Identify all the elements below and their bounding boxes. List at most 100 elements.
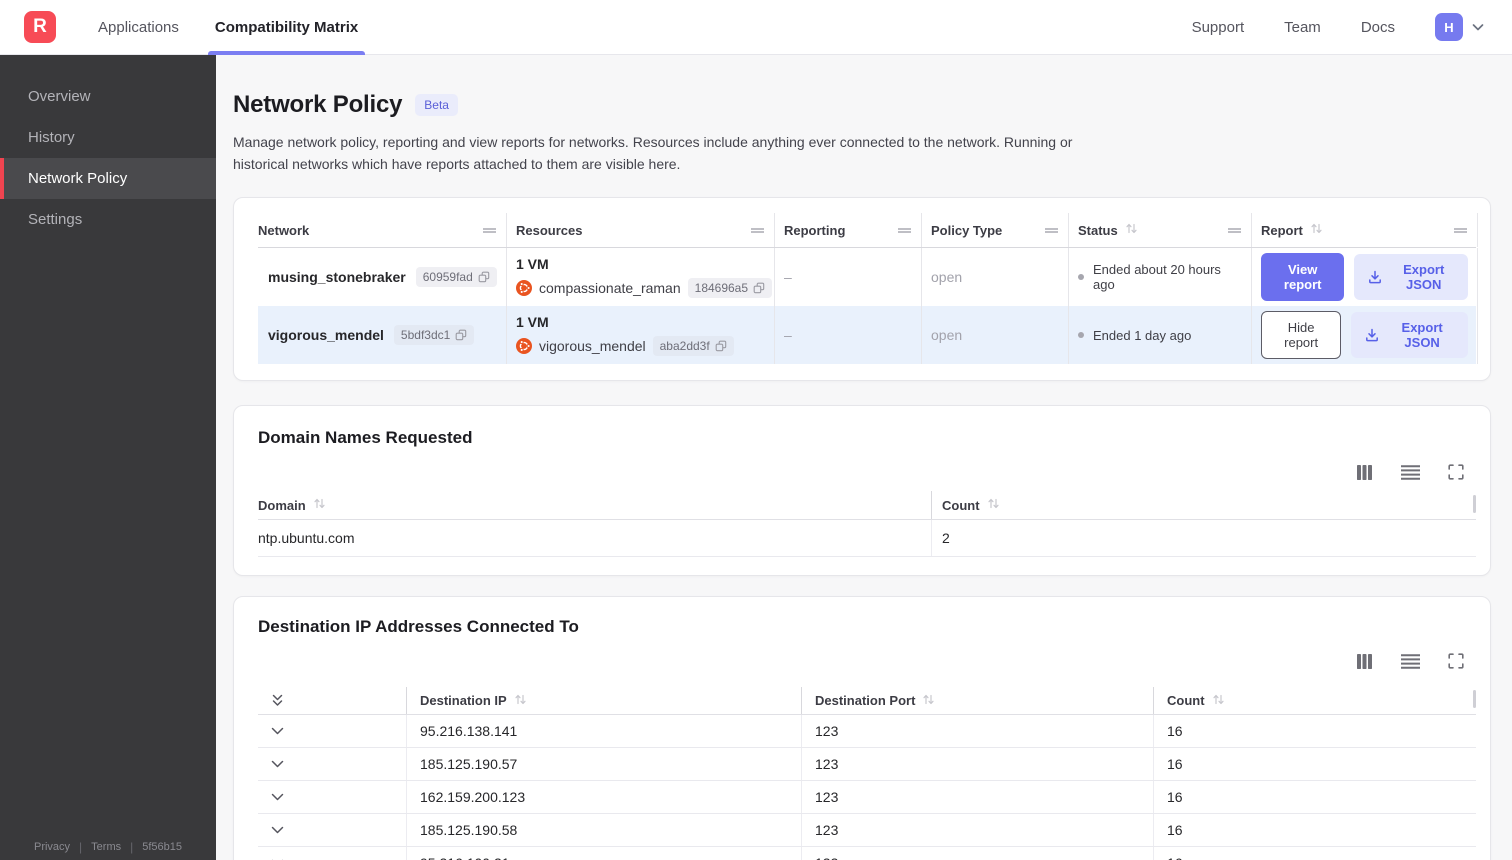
destination-ip-cell: 185.125.190.57 bbox=[406, 748, 801, 781]
sort-icon[interactable] bbox=[1125, 222, 1138, 238]
avatar-initial: H bbox=[1444, 19, 1454, 35]
primary-nav: Applications Compatibility Matrix bbox=[98, 0, 366, 55]
column-header-count[interactable]: Count bbox=[1153, 687, 1478, 715]
nav-link-docs[interactable]: Docs bbox=[1361, 19, 1395, 36]
policy-type-cell: open bbox=[922, 248, 1069, 307]
chevron-down-icon bbox=[1470, 19, 1486, 35]
vm-count: 1 VM bbox=[516, 256, 549, 273]
domain-table-row[interactable]: ntp.ubuntu.com 2 bbox=[258, 520, 1476, 558]
export-json-button[interactable]: Export JSON bbox=[1354, 254, 1468, 301]
destination-table-row: 95.216.100.21 123 16 bbox=[258, 847, 1476, 860]
network-id-badge[interactable]: 5bdf3dc1 bbox=[393, 325, 475, 346]
domain-names-card-title: Domain Names Requested bbox=[258, 428, 473, 448]
destination-table-header: Destination IP Destination Port Count bbox=[258, 687, 1478, 716]
chevron-down-icon[interactable] bbox=[271, 826, 284, 835]
sort-icon[interactable] bbox=[313, 497, 326, 513]
account-menu[interactable]: H bbox=[1435, 13, 1486, 41]
destination-ips-card: Destination IP Addresses Connected To De… bbox=[233, 596, 1491, 860]
expand-icon[interactable] bbox=[1448, 653, 1464, 669]
hide-report-button[interactable]: Hide report bbox=[1261, 311, 1342, 360]
network-table-header: Network Resources Reporting Policy Type … bbox=[258, 213, 1478, 249]
export-json-button[interactable]: Export JSON bbox=[1351, 312, 1468, 359]
privacy-link[interactable]: Privacy bbox=[34, 841, 70, 853]
column-resize-handle-icon[interactable] bbox=[1453, 226, 1468, 235]
destination-port-cell: 123 bbox=[801, 715, 1153, 748]
column-header-reporting[interactable]: Reporting bbox=[775, 213, 922, 248]
column-resize-handle-icon[interactable] bbox=[1227, 226, 1242, 235]
network-policy-table-card: Network Resources Reporting Policy Type … bbox=[233, 197, 1491, 382]
sort-icon[interactable] bbox=[1212, 693, 1225, 709]
destination-ip-cell: 185.125.190.58 bbox=[406, 814, 801, 847]
nav-tab-compatibility-matrix[interactable]: Compatibility Matrix bbox=[207, 0, 366, 55]
column-header-domain[interactable]: Domain bbox=[258, 491, 931, 519]
chevron-down-icon[interactable] bbox=[271, 760, 284, 769]
network-id-badge[interactable]: 60959fad bbox=[415, 267, 497, 288]
column-header-report[interactable]: Report bbox=[1252, 213, 1478, 248]
column-resize-handle-icon[interactable] bbox=[482, 226, 497, 235]
rows-icon[interactable] bbox=[1400, 464, 1421, 481]
vm-count: 1 VM bbox=[516, 314, 549, 331]
footer-divider: | bbox=[130, 840, 134, 854]
rows-icon[interactable] bbox=[1400, 653, 1421, 670]
nav-tab-applications[interactable]: Applications bbox=[98, 0, 179, 55]
column-header-network[interactable]: Network bbox=[258, 213, 507, 248]
destination-port-cell: 123 bbox=[801, 814, 1153, 847]
chevron-down-icon[interactable] bbox=[271, 727, 284, 736]
chevron-down-icon[interactable] bbox=[271, 793, 284, 802]
double-chevron-down-icon[interactable] bbox=[271, 693, 284, 708]
navbar-right: Support Team Docs H bbox=[1192, 13, 1486, 41]
status-text: Ended 1 day ago bbox=[1093, 327, 1192, 343]
columns-icon[interactable] bbox=[1356, 464, 1373, 481]
page-title: Network Policy bbox=[233, 91, 403, 118]
app-logo[interactable]: R bbox=[24, 11, 56, 43]
columns-icon[interactable] bbox=[1356, 653, 1373, 670]
resource-name: compassionate_raman bbox=[539, 280, 681, 297]
terms-link[interactable]: Terms bbox=[91, 841, 121, 853]
copy-icon[interactable] bbox=[753, 282, 765, 294]
sort-icon[interactable] bbox=[987, 497, 1000, 513]
copy-icon[interactable] bbox=[715, 340, 727, 352]
count-cell: 16 bbox=[1153, 748, 1478, 781]
copy-icon[interactable] bbox=[455, 329, 467, 341]
column-header-resources[interactable]: Resources bbox=[507, 213, 775, 248]
column-header-status[interactable]: Status bbox=[1069, 213, 1252, 248]
resources-cell: 1 VM vigorous_mendel aba2dd3f bbox=[507, 306, 775, 365]
status-text: Ended about 20 hours ago bbox=[1093, 262, 1221, 293]
resource-id-badge[interactable]: aba2dd3f bbox=[652, 336, 734, 357]
view-report-button[interactable]: View report bbox=[1261, 253, 1345, 302]
destination-port-cell: 123 bbox=[801, 847, 1153, 860]
column-header-policy-type[interactable]: Policy Type bbox=[922, 213, 1069, 248]
download-icon bbox=[1368, 270, 1382, 284]
sidebar-item-network-policy[interactable]: Network Policy bbox=[0, 158, 216, 199]
network-name: vigorous_mendel bbox=[268, 327, 384, 344]
network-table-row: musing_stonebraker 60959fad 1 VM compass… bbox=[258, 248, 1478, 307]
page-description: Manage network policy, reporting and vie… bbox=[233, 134, 1073, 173]
reporting-cell: – bbox=[775, 248, 922, 307]
column-resize-handle-icon[interactable] bbox=[897, 226, 912, 235]
domain-cell: ntp.ubuntu.com bbox=[258, 530, 355, 547]
copy-icon[interactable] bbox=[478, 271, 490, 283]
sort-icon[interactable] bbox=[1310, 222, 1323, 238]
status-cell: Ended 1 day ago bbox=[1069, 306, 1252, 365]
resource-id-badge[interactable]: 184696a5 bbox=[687, 278, 773, 299]
expand-icon[interactable] bbox=[1448, 464, 1464, 480]
column-header-destination-ip[interactable]: Destination IP bbox=[406, 687, 801, 715]
sidebar-item-history[interactable]: History bbox=[0, 117, 216, 158]
column-resize-handle-icon[interactable] bbox=[750, 226, 765, 235]
sidebar-item-settings[interactable]: Settings bbox=[0, 199, 216, 240]
domain-table-header: Domain Count bbox=[258, 491, 1478, 521]
count-cell: 16 bbox=[1153, 847, 1478, 860]
expand-all-rows-header[interactable] bbox=[258, 687, 406, 714]
domain-table-toolbar bbox=[258, 463, 1476, 481]
nav-link-team[interactable]: Team bbox=[1284, 19, 1321, 36]
nav-link-support[interactable]: Support bbox=[1192, 19, 1245, 36]
ubuntu-logo-icon bbox=[516, 338, 532, 355]
column-resize-handle-icon[interactable] bbox=[1044, 226, 1059, 235]
sidebar-footer: Privacy | Terms | 5f56b15 bbox=[0, 840, 216, 854]
column-header-destination-port[interactable]: Destination Port bbox=[801, 687, 1153, 715]
column-header-count[interactable]: Count bbox=[931, 491, 1478, 520]
sort-icon[interactable] bbox=[514, 693, 527, 709]
policy-type-cell: open bbox=[922, 306, 1069, 365]
sidebar-item-overview[interactable]: Overview bbox=[0, 76, 216, 117]
sort-icon[interactable] bbox=[922, 693, 935, 709]
